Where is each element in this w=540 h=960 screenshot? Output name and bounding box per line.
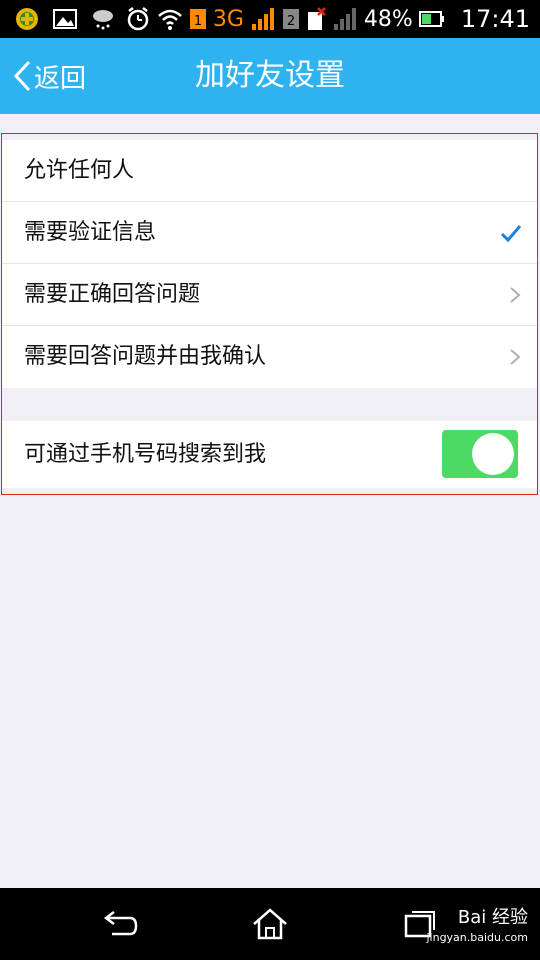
signal-strength-icon [251, 8, 274, 30]
verification-options-list: 允许任何人 需要验证信息 需要正确回答问题 需要回答问题并由我确认 [2, 140, 538, 388]
option-require-verification[interactable]: 需要验证信息 [2, 202, 538, 264]
back-chevron-icon [13, 60, 31, 92]
phone-search-label: 可通过手机号码搜索到我 [24, 442, 267, 467]
option-label: 需要验证信息 [24, 220, 157, 245]
back-nav-icon[interactable] [100, 906, 140, 942]
image-icon [53, 9, 77, 29]
sim2-icon: 2 [282, 9, 299, 29]
option-allow-anyone[interactable]: 允许任何人 [2, 140, 538, 202]
back-button[interactable]: 返回 [12, 56, 86, 96]
no-sim-icon [307, 7, 326, 30]
battery-level: 48% [363, 6, 413, 32]
home-icon[interactable] [250, 906, 290, 942]
sim1-icon: 1 [189, 9, 206, 29]
network-type: 3G [212, 6, 244, 32]
wifi-icon [158, 9, 182, 30]
chevron-right-icon [510, 349, 521, 365]
back-label: 返回 [34, 63, 87, 94]
option-label: 需要回答问题并由我确认 [24, 344, 267, 369]
watermark-url: jingyan.baidu.com [426, 931, 528, 944]
option-answer-question[interactable]: 需要正确回答问题 [2, 264, 538, 326]
option-label: 允许任何人 [24, 158, 135, 183]
title-bar: 加好友设置 返回 [0, 38, 540, 114]
svg-text:2: 2 [287, 14, 295, 29]
watermark-brand: Bai 经验 [457, 907, 528, 928]
app-notification-icon [16, 8, 38, 30]
option-answer-and-confirm[interactable]: 需要回答问题并由我确认 [2, 326, 538, 388]
svg-text:1: 1 [194, 14, 202, 29]
battery-icon [418, 11, 444, 27]
toggle-knob [472, 433, 514, 475]
clock: 17:41 [460, 5, 530, 33]
phone-search-row: 可通过手机号码搜索到我 [2, 421, 538, 488]
weather-snow-icon [93, 10, 113, 30]
signal-empty-icon [333, 8, 356, 30]
checkmark-icon [500, 225, 522, 243]
chevron-right-icon [510, 287, 521, 303]
status-bar: 1 3G 2 48% 17:41 [0, 0, 540, 38]
option-label: 需要正确回答问题 [24, 282, 201, 307]
alarm-icon [127, 7, 149, 31]
baidu-watermark: Bai 经验 jingyan.baidu.com [426, 908, 528, 948]
phone-search-toggle[interactable] [442, 430, 518, 478]
